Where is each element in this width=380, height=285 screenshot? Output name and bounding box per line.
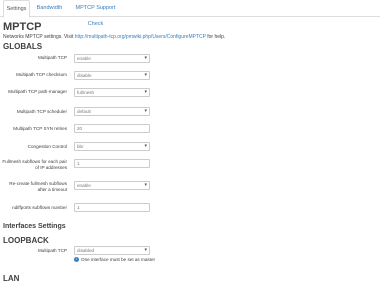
tab-mptcp-support-check[interactable]: MPTCP Support Check bbox=[68, 0, 123, 27]
multipath-tcp-select[interactable]: enable bbox=[74, 54, 150, 63]
recreate-subflows-select[interactable]: enable bbox=[74, 181, 150, 190]
recreate-subflows-label: Re-create fullmesh subflows after a time… bbox=[9, 181, 67, 192]
path-manager-label: Multipath TCP path-manager bbox=[8, 89, 67, 94]
description-text: Networks MPTCP settings. Visit bbox=[3, 34, 74, 40]
scheduler-select[interactable]: default bbox=[74, 107, 150, 116]
syn-retries-input[interactable]: 20 bbox=[74, 124, 150, 133]
fullmesh-subflows-label: Fullmesh subflows for each pair of IP ad… bbox=[2, 159, 67, 170]
syn-retries-label: Multipath TCP SYN retries bbox=[13, 126, 67, 131]
multipath-tcp-label: Multipath TCP bbox=[37, 55, 67, 60]
page-title: MPTCP bbox=[3, 21, 42, 33]
page-description: Networks MPTCP settings. Visit http://mu… bbox=[3, 34, 225, 40]
tab-bar: Settings Bandwidth MPTCP Support Check bbox=[0, 0, 380, 27]
ndiffports-label: ndiffports subflows number bbox=[12, 205, 67, 210]
fullmesh-subflows-input[interactable]: 1 bbox=[74, 159, 150, 168]
section-lan-title: LAN bbox=[3, 274, 20, 283]
ndiffports-input[interactable]: 1 bbox=[74, 203, 150, 212]
congestion-control-select[interactable]: bbr bbox=[74, 142, 150, 151]
info-icon: i bbox=[74, 257, 79, 263]
master-hint: i One interface must be set as master bbox=[74, 257, 156, 263]
path-manager-select[interactable]: fullmesh bbox=[74, 88, 150, 97]
help-link[interactable]: http://multipath-tcp.org/pmwiki.php/User… bbox=[75, 34, 206, 40]
checksum-label: Multipath TCP checksum bbox=[16, 72, 67, 77]
tab-settings[interactable]: Settings bbox=[3, 0, 30, 18]
section-loopback-title: LOOPBACK bbox=[3, 236, 49, 245]
section-interfaces-title: Interfaces Settings bbox=[3, 223, 66, 230]
scheduler-label: Multipath TCP scheduler bbox=[16, 109, 67, 114]
hint-text: One interface must be set as master bbox=[81, 257, 156, 262]
loopback-multipath-tcp-label: Multipath TCP bbox=[37, 248, 67, 253]
description-suffix: for help. bbox=[207, 34, 226, 40]
congestion-control-label: Congestion Control bbox=[27, 144, 67, 149]
loopback-multipath-tcp-select[interactable]: disabled bbox=[74, 246, 150, 255]
tab-bandwidth[interactable]: Bandwidth bbox=[33, 0, 66, 17]
checksum-select[interactable]: disable bbox=[74, 71, 150, 80]
section-globals-title: GLOBALS bbox=[3, 42, 43, 51]
